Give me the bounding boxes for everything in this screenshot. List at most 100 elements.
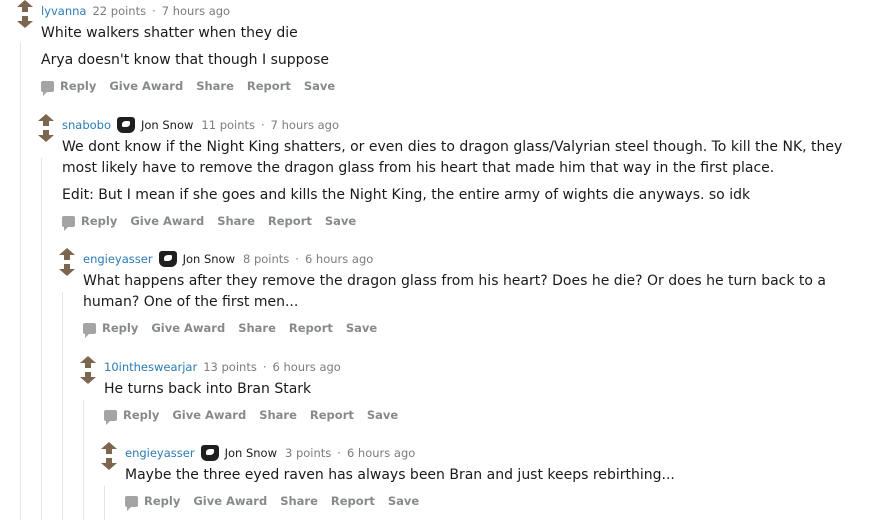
- direwolf-sigil-icon: [200, 445, 219, 461]
- vote-buttons: [57, 248, 77, 276]
- comment-author[interactable]: engieyasser: [125, 445, 195, 461]
- direwolf-sigil-icon: [117, 117, 135, 133]
- thread-line[interactable]: [20, 42, 21, 520]
- give-award-button[interactable]: Give Award: [193, 494, 267, 508]
- upvote-arrow-icon[interactable]: [101, 442, 117, 454]
- comment-icon: [104, 409, 117, 425]
- comment: engieyasser Jon Snow 3 points · 6 hours …: [101, 442, 865, 511]
- comment: lyvanna 22 points · 7 hours ago White wa…: [17, 0, 865, 96]
- comment-body: What happens after they remove the drago…: [83, 271, 865, 313]
- reply-button[interactable]: Reply: [62, 214, 117, 231]
- comment-meta: lyvanna 22 points · 7 hours ago: [41, 3, 865, 19]
- save-button[interactable]: Save: [388, 494, 419, 508]
- comment-author[interactable]: snabobo: [62, 117, 111, 133]
- comment-author[interactable]: engieyasser: [83, 251, 153, 267]
- give-award-button[interactable]: Give Award: [151, 321, 225, 335]
- reply-label: Reply: [60, 79, 97, 93]
- thread-line[interactable]: [62, 292, 63, 520]
- reply-button[interactable]: Reply: [83, 321, 139, 338]
- comment-time[interactable]: 6 hours ago: [272, 359, 340, 375]
- comment: snabobo Jon Snow 11 points · 7 hours ago…: [38, 114, 865, 231]
- reply-label: Reply: [144, 494, 181, 508]
- vote-buttons: [36, 114, 56, 142]
- reply-button[interactable]: Reply: [125, 494, 181, 511]
- thread-line[interactable]: [83, 400, 84, 520]
- comment-points: 22 points: [92, 4, 147, 18]
- comment-icon: [62, 215, 75, 231]
- downvote-arrow-icon[interactable]: [80, 372, 96, 384]
- give-award-button[interactable]: Give Award: [172, 408, 246, 422]
- thread-line[interactable]: [41, 158, 42, 520]
- comment-icon: [125, 495, 138, 511]
- downvote-arrow-icon[interactable]: [17, 16, 33, 28]
- comment-time[interactable]: 6 hours ago: [347, 445, 415, 461]
- reply-button[interactable]: Reply: [104, 408, 160, 425]
- comment: engieyasser Jon Snow 8 points · 6 hours …: [59, 248, 865, 338]
- share-button[interactable]: Share: [238, 321, 276, 335]
- reply-label: Reply: [123, 408, 160, 422]
- comment-body: Maybe the three eyed raven has always be…: [125, 465, 865, 486]
- comment-paragraph: What happens after they remove the drago…: [83, 273, 827, 310]
- upvote-arrow-icon[interactable]: [80, 356, 96, 368]
- save-button[interactable]: Save: [304, 79, 335, 93]
- comment-paragraph: Edit: But I mean if she goes and kills t…: [62, 187, 751, 203]
- report-button[interactable]: Report: [289, 321, 333, 335]
- downvote-arrow-icon[interactable]: [38, 130, 54, 142]
- vote-buttons: [99, 442, 119, 470]
- comment-actions: Reply Give Award Share Report Save: [125, 494, 865, 511]
- save-button[interactable]: Save: [325, 214, 356, 228]
- comment-actions: Reply Give Award Share Report Save: [83, 321, 865, 338]
- reply-button[interactable]: Reply: [41, 79, 97, 96]
- comment-actions: Reply Give Award Share Report Save: [62, 214, 865, 231]
- upvote-arrow-icon[interactable]: [38, 114, 54, 126]
- report-button[interactable]: Report: [310, 408, 354, 422]
- comment-body: We dont know if the Night King shatters,…: [62, 137, 865, 206]
- comment-points: 8 points: [242, 252, 290, 266]
- comment-points: 13 points: [203, 360, 257, 374]
- give-award-button[interactable]: Give Award: [130, 214, 204, 228]
- comment-meta: 10intheswearjar 13 points · 6 hours ago: [104, 359, 865, 375]
- thread-line[interactable]: [104, 486, 105, 520]
- comment-time[interactable]: 7 hours ago: [271, 117, 339, 133]
- report-button[interactable]: Report: [247, 79, 291, 93]
- comment-paragraph: Arya doesn't know that though I suppose: [41, 52, 329, 68]
- vote-buttons: [78, 356, 98, 384]
- report-button[interactable]: Report: [268, 214, 312, 228]
- user-flair: Jon Snow: [224, 446, 277, 460]
- share-button[interactable]: Share: [280, 494, 318, 508]
- comment-meta: snabobo Jon Snow 11 points · 7 hours ago: [62, 117, 865, 133]
- reply-label: Reply: [102, 321, 139, 335]
- give-award-button[interactable]: Give Award: [109, 79, 183, 93]
- separator-dot: ·: [295, 252, 299, 266]
- report-button[interactable]: Report: [331, 494, 375, 508]
- comment-meta: engieyasser Jon Snow 3 points · 6 hours …: [125, 445, 865, 461]
- comment-icon: [41, 80, 54, 96]
- downvote-arrow-icon[interactable]: [101, 458, 117, 470]
- save-button[interactable]: Save: [367, 408, 398, 422]
- comment-body: He turns back into Bran Stark: [104, 379, 865, 400]
- comment-time[interactable]: 6 hours ago: [305, 251, 373, 267]
- user-flair: Jon Snow: [182, 252, 235, 266]
- comment-time[interactable]: 7 hours ago: [162, 3, 230, 19]
- comment-author[interactable]: lyvanna: [41, 3, 86, 19]
- share-button[interactable]: Share: [259, 408, 297, 422]
- separator-dot: ·: [262, 360, 267, 374]
- direwolf-sigil-icon: [158, 251, 177, 267]
- save-button[interactable]: Save: [346, 321, 377, 335]
- separator-dot: ·: [152, 4, 156, 18]
- comment-points: 3 points: [284, 446, 332, 460]
- share-button[interactable]: Share: [217, 214, 255, 228]
- comment-author[interactable]: 10intheswearjar: [104, 359, 197, 375]
- separator-dot: ·: [261, 118, 265, 132]
- downvote-arrow-icon[interactable]: [59, 264, 75, 276]
- upvote-arrow-icon[interactable]: [17, 0, 33, 12]
- separator-dot: ·: [337, 446, 341, 460]
- comment-actions: Reply Give Award Share Report Save: [104, 408, 865, 425]
- comment-points: 11 points: [201, 118, 256, 132]
- share-button[interactable]: Share: [196, 79, 234, 93]
- upvote-arrow-icon[interactable]: [59, 248, 75, 260]
- comment-paragraph: Maybe the three eyed raven has always be…: [125, 467, 675, 483]
- comment-meta: engieyasser Jon Snow 8 points · 6 hours …: [83, 251, 865, 267]
- comment: 10intheswearjar 13 points · 6 hours ago …: [80, 356, 865, 425]
- comment-paragraph: We dont know if the Night King shatters,…: [62, 139, 843, 176]
